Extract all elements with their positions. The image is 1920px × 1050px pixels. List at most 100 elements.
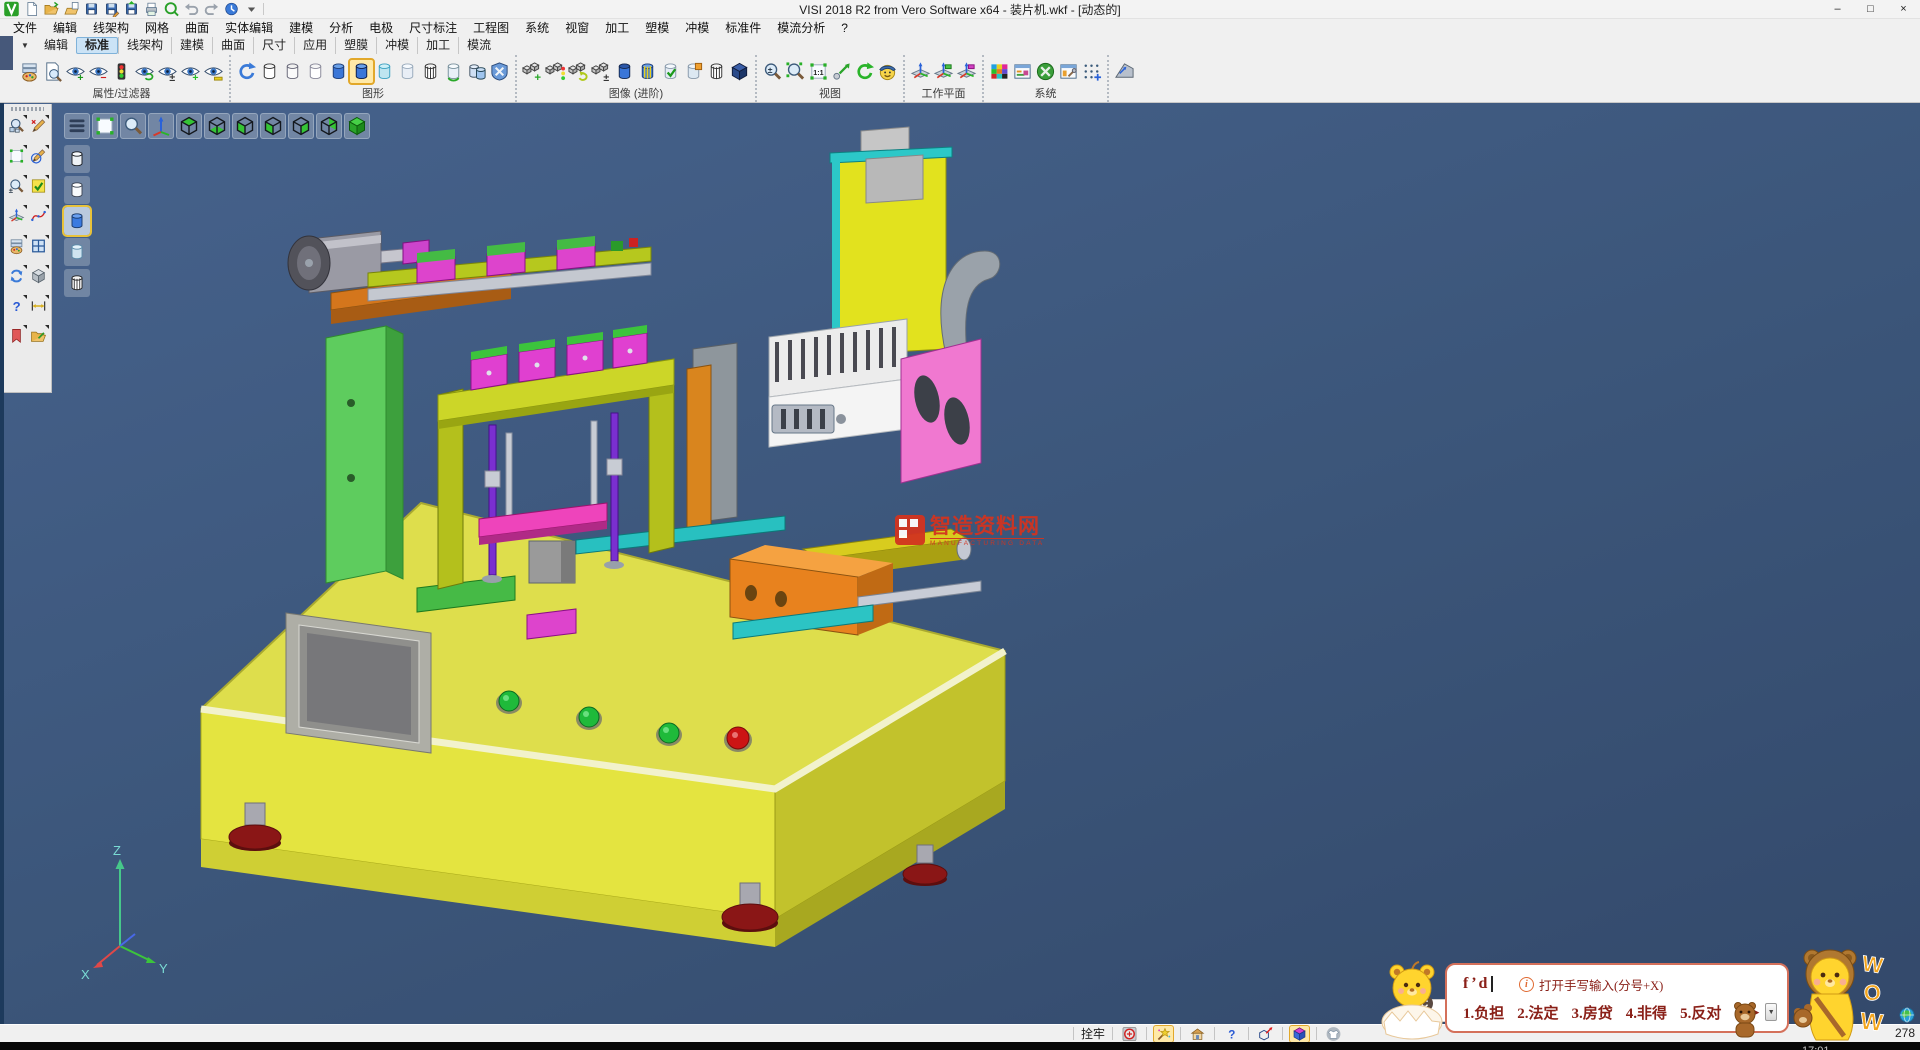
- render-filter-icon[interactable]: [544, 60, 567, 83]
- workplane-triad-icon[interactable]: [6, 205, 27, 229]
- view-front-icon[interactable]: [260, 113, 286, 139]
- toolbar-tab[interactable]: 建模: [171, 37, 212, 54]
- menu-item[interactable]: 线架构: [85, 19, 137, 36]
- zoom-extents-icon[interactable]: [92, 113, 118, 139]
- qa-dropdown-icon[interactable]: [243, 1, 260, 17]
- shade-shaded-icon[interactable]: [64, 207, 90, 235]
- zoom-selected-icon[interactable]: [830, 60, 853, 83]
- menu-item[interactable]: 系统: [517, 19, 557, 36]
- toolbox-icon[interactable]: [1057, 60, 1080, 83]
- toolbar-tab[interactable]: 尺寸: [253, 37, 294, 54]
- view-eye-icon[interactable]: [876, 60, 899, 83]
- show-all-icon[interactable]: +: [179, 60, 202, 83]
- visi-logo[interactable]: [3, 1, 20, 17]
- workplane-world-icon[interactable]: [909, 60, 932, 83]
- view-right-icon[interactable]: [288, 113, 314, 139]
- menu-item[interactable]: 尺寸标注: [401, 19, 465, 36]
- print-icon[interactable]: [143, 1, 160, 17]
- system-config-icon[interactable]: [1034, 60, 1057, 83]
- cylinder-flat-icon[interactable]: [396, 60, 419, 83]
- toolbar-tab[interactable]: 冲模: [376, 37, 417, 54]
- toolbar-tab[interactable]: 编辑: [36, 37, 76, 54]
- ucs-triad-icon[interactable]: [148, 113, 174, 139]
- help-question-icon[interactable]: ?: [6, 295, 27, 319]
- zoom-all-icon[interactable]: ±: [761, 60, 784, 83]
- show-entities-icon[interactable]: +: [64, 60, 87, 83]
- preview-icon[interactable]: [163, 1, 180, 17]
- tab-dropdown-icon[interactable]: ▼: [14, 41, 36, 50]
- menu-item[interactable]: 建模: [281, 19, 321, 36]
- hide-entities-icon[interactable]: −: [87, 60, 110, 83]
- tooling-icon[interactable]: [1188, 1026, 1207, 1042]
- 3d-viewport[interactable]: Z X Y 智造资料网 MANUFACTURING DATA: [51, 103, 1920, 1024]
- grid-window-icon[interactable]: [28, 235, 49, 259]
- open-project-icon[interactable]: [63, 1, 80, 17]
- regen-wireframe-icon[interactable]: [235, 60, 258, 83]
- machine-model[interactable]: Z X Y: [51, 103, 1920, 1024]
- history-icon[interactable]: [223, 1, 240, 17]
- menu-item[interactable]: 模流分析: [769, 19, 833, 36]
- menu-item[interactable]: 实体编辑: [217, 19, 281, 36]
- menu-item[interactable]: 网格: [137, 19, 177, 36]
- menu-item[interactable]: ?: [833, 21, 856, 35]
- shade-transparent-icon[interactable]: [64, 269, 90, 297]
- view-top-icon[interactable]: [176, 113, 202, 139]
- undo-icon[interactable]: [183, 1, 200, 17]
- context-help-icon[interactable]: ?: [1222, 1026, 1241, 1042]
- workplane-lock-icon[interactable]: [1290, 1026, 1309, 1042]
- measure-distance-icon[interactable]: [28, 295, 49, 319]
- ime-candidate[interactable]: 3.房贷: [1572, 1002, 1613, 1023]
- open-file-icon[interactable]: [43, 1, 60, 17]
- viewport-menu-icon[interactable]: [64, 113, 90, 139]
- zoom-frame-icon[interactable]: [6, 145, 27, 169]
- select-wand-icon[interactable]: [1154, 1026, 1173, 1042]
- shaded-cube-icon[interactable]: [728, 60, 751, 83]
- workplane-entity-icon[interactable]: [932, 60, 955, 83]
- cylinder-striped-icon[interactable]: [636, 60, 659, 83]
- cylinder-shaded-edges-icon[interactable]: [350, 60, 373, 83]
- cylinder-hidden-icon[interactable]: [281, 60, 304, 83]
- panel-grip[interactable]: [11, 107, 44, 111]
- confirm-check-icon[interactable]: [28, 175, 49, 199]
- zoom-select-icon[interactable]: [6, 115, 27, 139]
- options-icon[interactable]: [1011, 60, 1034, 83]
- menu-item[interactable]: 冲模: [677, 19, 717, 36]
- lock-mode-label[interactable]: 拴牢: [1081, 1025, 1105, 1042]
- minimize-button[interactable]: –: [1821, 0, 1854, 18]
- menu-item[interactable]: 标准件: [717, 19, 769, 36]
- view-back-icon[interactable]: [316, 113, 342, 139]
- export-folder-icon[interactable]: [28, 325, 49, 349]
- cylinder-blue-icon[interactable]: [613, 60, 636, 83]
- lock-stamp-icon[interactable]: [1120, 1026, 1139, 1042]
- cylinder-hatch2-icon[interactable]: [705, 60, 728, 83]
- filter-traffic-icon[interactable]: [110, 60, 133, 83]
- ime-candidate[interactable]: 2.法定: [1517, 1002, 1558, 1023]
- cylinder-regen-icon[interactable]: [442, 60, 465, 83]
- toolbar-tab[interactable]: 应用: [294, 37, 335, 54]
- cylinder-hatched-icon[interactable]: [419, 60, 442, 83]
- menu-item[interactable]: 视窗: [557, 19, 597, 36]
- cylinder-clip-icon[interactable]: [682, 60, 705, 83]
- toolbar-tab[interactable]: 曲面: [212, 37, 253, 54]
- ime-candidate[interactable]: 4.非得: [1626, 1002, 1667, 1023]
- toolbar-tab[interactable]: 加工: [417, 37, 458, 54]
- menu-item[interactable]: 曲面: [177, 19, 217, 36]
- sketch-compass-icon[interactable]: [28, 145, 49, 169]
- view-iso-icon[interactable]: [344, 113, 370, 139]
- cylinder-check-icon[interactable]: [659, 60, 682, 83]
- cylinder-shaded-icon[interactable]: [327, 60, 350, 83]
- cylinder-ghost-icon[interactable]: [373, 60, 396, 83]
- hide-all-icon[interactable]: [202, 60, 225, 83]
- cylinder-dashed-icon[interactable]: [304, 60, 327, 83]
- menu-item[interactable]: 文件: [5, 19, 45, 36]
- skin-shirt-icon[interactable]: [1324, 1026, 1343, 1042]
- edit-pencil-icon[interactable]: [28, 115, 49, 139]
- save-all-icon[interactable]: [123, 1, 140, 17]
- ime-candidate[interactable]: 5.反对: [1680, 1002, 1721, 1023]
- maximize-button[interactable]: □: [1854, 0, 1887, 18]
- new-file-icon[interactable]: [23, 1, 40, 17]
- color-table-icon[interactable]: [988, 60, 1011, 83]
- toolbar-tab[interactable]: 塑膜: [335, 37, 376, 54]
- render-toggle-icon[interactable]: ±: [590, 60, 613, 83]
- toolbar-tab[interactable]: 模流: [458, 37, 499, 54]
